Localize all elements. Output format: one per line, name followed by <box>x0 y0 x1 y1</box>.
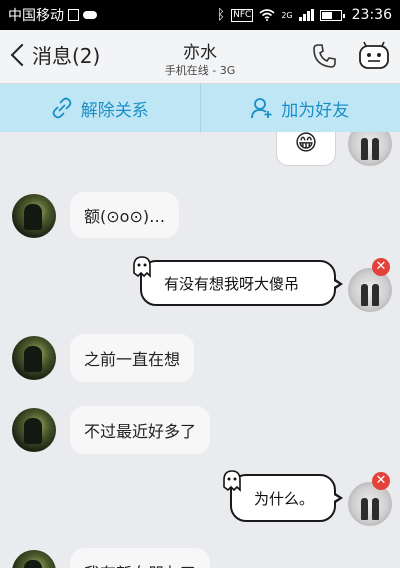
message-bubble-received[interactable]: 不过最近好多了 <box>70 406 211 454</box>
message-bubble-sent[interactable]: 😁 <box>276 132 336 166</box>
add-user-icon <box>251 98 272 119</box>
contact-avatar[interactable] <box>12 336 56 380</box>
message-bubble-received[interactable]: 我有新女朋友了 <box>70 548 211 568</box>
contact-name: 亦水 <box>183 43 217 63</box>
signal-icon <box>298 9 314 21</box>
wifi-icon <box>259 9 275 21</box>
network-badge: 2G <box>281 10 293 20</box>
message-text: 不过最近好多了 <box>84 422 197 441</box>
message-text: 为什么。 <box>254 489 315 508</box>
avatar-figure <box>372 498 379 520</box>
avatar-figure <box>361 498 368 520</box>
ghost-icon <box>223 470 241 492</box>
avatar-figure <box>24 560 42 568</box>
chat-history[interactable]: 😁 额(⊙o⊙)… 有没有想我呀大傻吊 ✕ 之前一直在想 不过最近好多了 为什么… <box>0 132 400 568</box>
phone-icon[interactable] <box>310 42 338 70</box>
chat-header: 消息(2) 亦水 手机在线 - 3G <box>0 30 400 84</box>
bubble-tail <box>332 492 343 504</box>
add-friend-button[interactable]: 加为好友 <box>199 84 400 132</box>
avatar-figure <box>372 138 379 160</box>
contact-status: 手机在线 - 3G <box>164 64 236 77</box>
send-failed-icon[interactable]: ✕ <box>372 472 390 490</box>
ghost-icon <box>133 256 151 278</box>
message-text: 我有新女朋友了 <box>84 560 196 568</box>
my-avatar[interactable] <box>348 132 392 166</box>
unfriend-button[interactable]: 解除关系 <box>0 84 200 132</box>
carrier-label: 中国移动 <box>8 8 64 24</box>
message-text: 有没有想我呀大傻吊 <box>164 274 300 293</box>
avatar-figure <box>361 138 368 160</box>
message-text: 额(⊙o⊙)… <box>84 207 166 226</box>
message-bubble-sent[interactable]: 为什么。 <box>223 470 343 522</box>
avatar-figure <box>361 284 368 306</box>
battery-fill <box>321 11 332 19</box>
bluetooth-icon: ᛒ <box>216 7 226 23</box>
add-friend-label: 加为好友 <box>281 100 350 121</box>
bubble-tail <box>332 278 343 290</box>
robot-icon[interactable] <box>356 40 392 72</box>
contact-avatar[interactable] <box>12 194 56 238</box>
send-failed-icon[interactable]: ✕ <box>372 258 390 276</box>
avatar-figure <box>24 418 42 444</box>
avatar-figure <box>24 346 42 372</box>
message-bubble-received[interactable]: 之前一直在想 <box>70 334 195 382</box>
battery-icon <box>319 9 345 21</box>
cloud-icon <box>83 11 97 19</box>
contact-avatar[interactable] <box>12 550 56 568</box>
avatar-figure <box>24 204 42 230</box>
contact-avatar[interactable] <box>12 408 56 452</box>
unlink-icon <box>52 97 72 119</box>
grin-emoji-icon: 😁 <box>294 132 318 156</box>
message-bubble-sent[interactable]: 有没有想我呀大傻吊 <box>133 256 343 306</box>
avatar-figure <box>372 284 379 306</box>
unfriend-label: 解除关系 <box>80 100 149 121</box>
message-bubble-received[interactable]: 额(⊙o⊙)… <box>70 192 180 238</box>
relationship-action-bar: 解除关系 加为好友 <box>0 84 400 132</box>
nfc-icon: NFC <box>231 8 254 22</box>
message-text: 之前一直在想 <box>84 350 181 369</box>
status-bar: 中国移动 ᛒ NFC 2G 23:36 <box>0 0 400 30</box>
clock: 23:36 <box>351 7 392 23</box>
sim-icon <box>68 9 79 21</box>
